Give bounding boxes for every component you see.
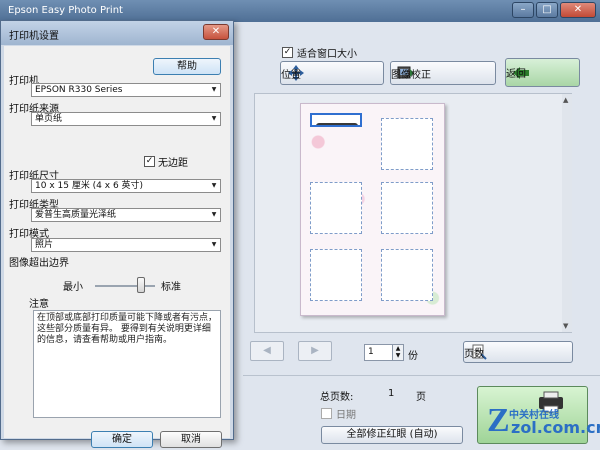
fit-window-row[interactable]: ✓ 适合窗口大小 (282, 45, 357, 60)
total-pages-value: 1 (388, 388, 395, 399)
dropdown-arrow-icon: ▼ (211, 182, 217, 189)
position-button[interactable]: 位置 (280, 61, 384, 85)
next-page-button[interactable]: ▶ (298, 341, 332, 361)
date-label: 日期 (336, 410, 356, 421)
printer-value: EPSON R330 Series (35, 85, 123, 95)
close-button[interactable]: ✕ (560, 2, 596, 18)
prev-page-button[interactable]: ◀ (250, 341, 284, 361)
expansion-std-label: 标准 (161, 282, 181, 293)
paper-type-value: 爱普生高质量光泽纸 (35, 210, 117, 220)
fit-window-checkbox[interactable]: ✓ (282, 47, 293, 58)
borderless-row[interactable]: ✓ 无边距 (144, 154, 188, 169)
total-pages-unit: 页 (416, 392, 426, 403)
photo-slot-selected[interactable] (310, 113, 362, 127)
printer-icon (316, 123, 358, 125)
photo-slot[interactable] (381, 182, 433, 234)
cancel-button[interactable]: 取消 (160, 431, 222, 448)
photo-slot[interactable] (310, 249, 362, 301)
watermark-logo: Z 中关村在线 zol.com.cn (487, 402, 600, 444)
date-row[interactable]: 日期 (321, 406, 356, 421)
copies-spinner[interactable]: ▲ ▼ (392, 345, 403, 360)
layout-paper (300, 103, 445, 316)
paper-type-select[interactable]: 爱普生高质量光泽纸 ▼ (31, 208, 221, 222)
watermark-domain: zol.com.cn (511, 418, 600, 437)
dialog-title: 打印机设置 (9, 31, 59, 42)
expansion-min-label: 最小 (63, 282, 83, 293)
printer-settings-dialog: 打印机设置 ✕ 帮助 打印机 EPSON R330 Series ▼ 打印纸来源… (0, 20, 234, 448)
scroll-down-icon[interactable]: ▼ (563, 322, 568, 330)
position-label: 位置 (281, 69, 301, 81)
back-label: 返回 (506, 69, 526, 80)
source-value: 单页纸 (35, 114, 63, 124)
image-correct-button[interactable]: 图像校正 (390, 61, 496, 85)
photo-slot[interactable] (310, 182, 362, 234)
watermark-letter: Z (487, 402, 510, 439)
dropdown-arrow-icon: ▼ (211, 115, 217, 122)
pages-label: 页数 (464, 348, 484, 360)
ok-button[interactable]: 确定 (91, 431, 153, 448)
expansion-slider-thumb[interactable] (137, 277, 145, 293)
print-mode-select[interactable]: 照片 ▼ (31, 238, 221, 252)
paper-size-value: 10 x 15 厘米 (4 x 6 英寸) (35, 181, 144, 191)
dropdown-arrow-icon: ▼ (211, 241, 217, 248)
image-correct-label: 图像校正 (391, 69, 431, 81)
paper-size-select[interactable]: 10 x 15 厘米 (4 x 6 英寸) ▼ (31, 179, 221, 193)
main-title-bar: Epson Easy Photo Print – □ ✕ (0, 0, 600, 22)
printer-select[interactable]: EPSON R330 Series ▼ (31, 83, 221, 97)
notes-label: 注意 (29, 299, 49, 310)
pages-button[interactable]: 页数 (463, 341, 573, 363)
back-button[interactable]: 返回 (505, 58, 580, 87)
maximize-button[interactable]: □ (536, 2, 558, 18)
expansion-label: 图像超出边界 (9, 258, 69, 269)
photo-slot[interactable] (381, 118, 433, 170)
scroll-up-icon[interactable]: ▲ (563, 96, 568, 104)
source-select[interactable]: 单页纸 ▼ (31, 112, 221, 126)
dropdown-arrow-icon: ▼ (211, 211, 217, 218)
fit-window-label: 适合窗口大小 (297, 49, 357, 60)
date-checkbox[interactable] (321, 408, 332, 419)
minimize-button[interactable]: – (512, 2, 534, 18)
copies-input[interactable]: 1 ▲ ▼ (364, 344, 404, 361)
borderless-label: 无边距 (158, 158, 188, 169)
redeye-button[interactable]: 全部修正红眼 (自动) (321, 426, 463, 444)
copies-unit: 份 (408, 351, 418, 362)
photo-slot[interactable] (381, 249, 433, 301)
app-title: Epson Easy Photo Print (8, 5, 123, 16)
dialog-title-bar: 打印机设置 ✕ (1, 21, 233, 45)
print-mode-value: 照片 (35, 240, 54, 250)
help-button[interactable]: 帮助 (153, 58, 221, 75)
expansion-slider-track[interactable] (95, 285, 155, 287)
dialog-close-button[interactable]: ✕ (203, 24, 229, 40)
total-pages-label: 总页数: (320, 392, 354, 403)
preview-scrollbar[interactable]: ▲ ▼ (562, 94, 572, 332)
window-controls: – □ ✕ (512, 2, 596, 18)
copies-value: 1 (368, 347, 374, 357)
notes-textbox[interactable]: 在顶部或底部打印质量可能下降或者有污点，这些部分质量有异。 要得到有关说明更详细… (33, 310, 221, 418)
dropdown-arrow-icon: ▼ (211, 86, 217, 93)
borderless-checkbox[interactable]: ✓ (144, 156, 155, 167)
